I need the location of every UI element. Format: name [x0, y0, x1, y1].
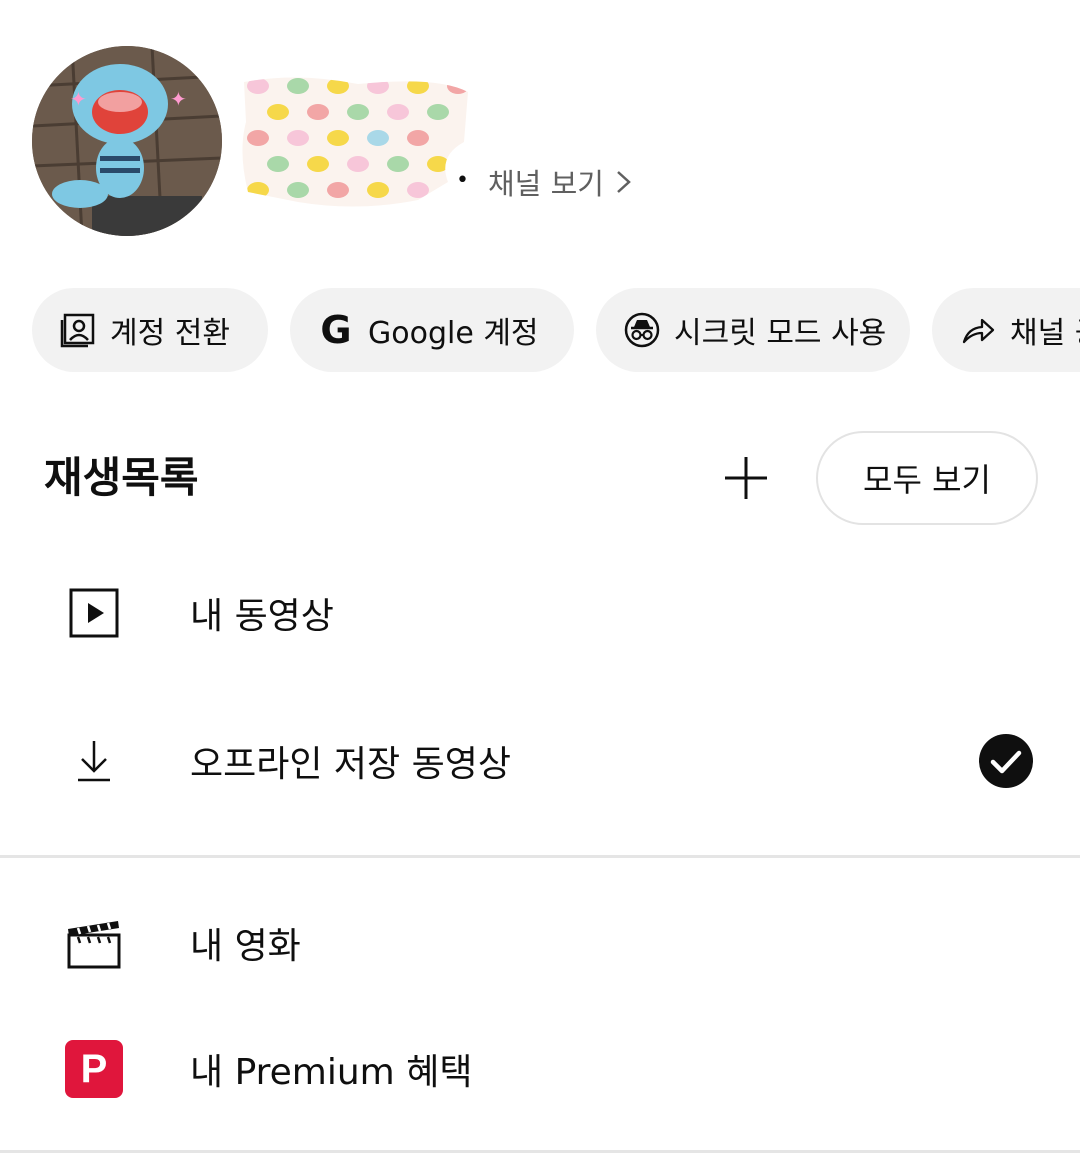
section-title-playlists: 재생목록 [44, 453, 199, 502]
channel-name-redacted [238, 72, 474, 208]
view-all-button[interactable]: 모두 보기 [816, 431, 1038, 525]
list-item-my-movies[interactable]: 내 영화 [0, 888, 1080, 998]
incognito-icon [624, 312, 660, 348]
google-g-icon: G [320, 308, 352, 352]
view-channel-link[interactable]: 채널 보기 [488, 160, 634, 204]
list-item-label: 내 영화 [190, 926, 301, 967]
chip-label: 채널 공유 [1010, 316, 1080, 351]
chip-label: 시크릿 모드 사용 [674, 316, 887, 351]
list-item-premium-benefits[interactable]: P 내 Premium 혜택 [0, 1014, 1080, 1124]
clapperboard-icon [62, 911, 126, 975]
premium-icon: P [62, 1037, 126, 1101]
play-box-icon [62, 581, 126, 645]
separator-dot: • [456, 168, 469, 193]
divider [0, 1150, 1080, 1153]
chip-label: 계정 전환 [110, 316, 230, 351]
svg-text:✦: ✦ [170, 87, 187, 111]
chip-google-account[interactable]: G Google 계정 [290, 288, 574, 372]
plus-icon [725, 457, 767, 499]
chevron-right-icon [617, 171, 631, 193]
avatar[interactable]: ✦ ✦ [32, 46, 222, 236]
account-chips-bar: 계정 전환 G Google 계정 시크릿 모드 사용 채널 공유 [0, 288, 1080, 372]
download-icon [62, 729, 126, 793]
chip-switch-account[interactable]: 계정 전환 [32, 288, 268, 372]
list-item-label: 오프라인 저장 동영상 [190, 744, 511, 785]
share-icon [960, 312, 996, 348]
account-switch-icon [60, 312, 96, 348]
divider [0, 855, 1080, 858]
list-item-offline-videos[interactable]: 오프라인 저장 동영상 [0, 706, 1080, 816]
add-playlist-button[interactable] [716, 448, 776, 508]
list-item-label: 내 Premium 혜택 [190, 1052, 473, 1093]
svg-text:✦: ✦ [70, 87, 87, 111]
chip-incognito[interactable]: 시크릿 모드 사용 [596, 288, 910, 372]
avatar-image: ✦ ✦ [32, 46, 222, 236]
list-item-my-videos[interactable]: 내 동영상 [0, 558, 1080, 668]
view-channel-label: 채널 보기 [488, 167, 604, 201]
chip-share-channel[interactable]: 채널 공유 [932, 288, 1080, 372]
list-item-label: 내 동영상 [190, 596, 334, 637]
check-circle-icon [979, 734, 1033, 788]
chip-label: Google 계정 [368, 316, 539, 351]
